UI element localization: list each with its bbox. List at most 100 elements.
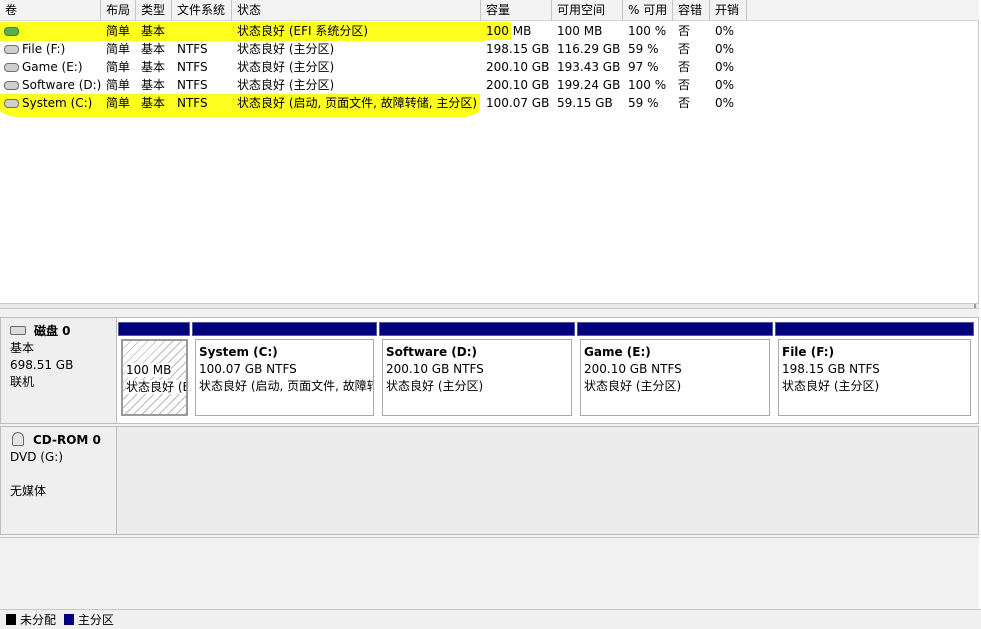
disk-state: 联机 [10,375,35,389]
capacity-cell: 100 MB [486,24,532,38]
fault-tolerance-cell: 否 [678,78,691,92]
volume-row[interactable]: Game (E:) 简单 基本 NTFS 状态良好 (主分区) 200.10 G… [0,58,979,76]
volume-row[interactable]: 简单 基本 状态良好 (EFI 系统分区) 100 MB 100 MB 100 … [0,22,979,40]
partition-color-bar [577,322,773,336]
partition-status: 状态良好 (主分区) [782,379,880,393]
partition-name: File (F:) [782,345,835,359]
percent-free-cell: 100 % [628,78,667,92]
partition-system-c[interactable]: System (C:) 100.07 GB NTFS 状态良好 (启动, 页面文… [192,322,377,420]
fault-tolerance-cell: 否 [678,60,691,74]
cdrom-state: 无媒体 [10,484,47,498]
cdrom-0-label[interactable]: CD-ROM 0 DVD (G:) 无媒体 [0,426,117,535]
partition-status: 状态良好 (EFI 系统分区) [126,380,186,394]
cdrom-type: DVD (G:) [10,450,63,464]
col-header-percent-free[interactable]: % 可用 [623,0,673,21]
volume-name-cell [0,22,101,40]
volume-list[interactable]: 卷 布局 类型 文件系统 状态 容量 可用空间 % 可用 容错 开销 简单 基本… [0,0,979,303]
free-space-cell: 100 MB [557,24,603,38]
partition-size: 200.10 GB NTFS [584,362,682,376]
partition-body: System (C:) 100.07 GB NTFS 状态良好 (启动, 页面文… [195,339,374,416]
percent-free-cell: 59 % [628,42,659,56]
legend-label-unallocated: 未分配 [20,613,57,627]
volume-row[interactable]: File (F:) 简单 基本 NTFS 状态良好 (主分区) 198.15 G… [0,40,979,58]
disk-0-partitions: 100 MB 状态良好 (EFI 系统分区) System (C:) 100.0… [117,317,979,424]
overhead-cell: 0% [715,42,735,56]
column-header-row: 卷 布局 类型 文件系统 状态 容量 可用空间 % 可用 容错 开销 [0,0,979,21]
capacity-cell: 200.10 GB [486,78,550,92]
filesystem-cell: NTFS [177,78,208,92]
free-space-cell: 59.15 GB [557,96,613,110]
partition-color-bar [118,322,190,336]
col-header-capacity[interactable]: 容量 [481,0,552,21]
type-cell: 基本 [141,24,166,38]
col-header-volume[interactable]: 卷 [0,0,101,21]
fault-tolerance-cell: 否 [678,96,691,110]
free-space-cell: 193.43 GB [557,60,621,74]
layout-cell: 简单 [106,60,131,74]
volume-icon [4,45,19,54]
type-cell: 基本 [141,96,166,110]
partition-software-d[interactable]: Software (D:) 200.10 GB NTFS 状态良好 (主分区) [379,322,575,420]
type-cell: 基本 [141,78,166,92]
partition-game-e[interactable]: Game (E:) 200.10 GB NTFS 状态良好 (主分区) [577,322,773,420]
capacity-cell: 198.15 GB [486,42,550,56]
cdrom-0-area [117,426,979,535]
cdrom-icon [12,432,24,446]
layout-cell: 简单 [106,96,131,110]
legend-swatch-primary [63,614,74,625]
col-header-overhead[interactable]: 开销 [710,0,747,21]
partition-status: 状态良好 (启动, 页面文件, 故障转储, 主分区) [199,379,373,393]
overhead-cell: 0% [715,60,735,74]
col-header-layout[interactable]: 布局 [101,0,136,21]
volume-icon [4,63,19,72]
filesystem-cell [172,22,232,40]
type-cell: 基本 [141,60,166,74]
partition-size: 200.10 GB NTFS [386,362,484,376]
legend-label-primary: 主分区 [77,613,114,627]
percent-free-cell: 59 % [628,96,659,110]
volume-name: File (F:) [22,42,66,56]
status-cell: 状态良好 (EFI 系统分区) [237,24,369,38]
filesystem-cell: NTFS [177,60,208,74]
partition-body: Software (D:) 200.10 GB NTFS 状态良好 (主分区) [382,339,572,416]
col-header-free-space[interactable]: 可用空间 [552,0,623,21]
volume-icon [4,99,19,108]
disk-type: 基本 [10,341,35,355]
partition-status: 状态良好 (主分区) [386,379,484,393]
partition-efi[interactable]: 100 MB 状态良好 (EFI 系统分区) [118,322,190,420]
partition-color-bar [379,322,575,336]
col-header-filesystem[interactable]: 文件系统 [172,0,232,21]
legend-swatch-unallocated [6,614,16,625]
partition-size: 198.15 GB NTFS [782,362,880,376]
overhead-cell: 0% [715,78,735,92]
disk-0-label[interactable]: 磁盘 0 基本 698.51 GB 联机 [0,317,117,424]
layout-cell: 简单 [106,24,131,38]
volume-name: System (C:) [22,96,93,110]
layout-cell: 简单 [106,78,131,92]
partition-body: Game (E:) 200.10 GB NTFS 状态良好 (主分区) [580,339,770,416]
fault-tolerance-cell: 否 [678,24,691,38]
volume-icon [4,81,19,90]
volume-name-cell: Game (E:) [0,58,101,76]
capacity-cell: 100.07 GB [486,96,550,110]
disk-icon [10,326,26,335]
col-header-fault-tolerance[interactable]: 容错 [673,0,710,21]
col-header-status[interactable]: 状态 [232,0,481,21]
overhead-cell: 0% [715,24,735,38]
volume-row[interactable]: Software (D:) 简单 基本 NTFS 状态良好 (主分区) 200.… [0,76,979,94]
cdrom-name: CD-ROM 0 [33,433,101,447]
partition-size: 100.07 GB NTFS [199,362,297,376]
status-cell: 状态良好 (主分区) [237,60,335,74]
partition-status: 状态良好 (主分区) [584,379,682,393]
volume-row[interactable]: System (C:) 简单 基本 NTFS 状态良好 (启动, 页面文件, 故… [0,94,979,112]
free-space-cell: 116.29 GB [557,42,621,56]
partition-file-f[interactable]: File (F:) 198.15 GB NTFS 状态良好 (主分区) [775,322,974,420]
volume-name: Game (E:) [22,60,83,74]
type-cell: 基本 [141,42,166,56]
col-header-type[interactable]: 类型 [136,0,172,21]
volume-name-cell: System (C:) [0,94,101,112]
status-cell: 状态良好 (启动, 页面文件, 故障转储, 主分区) [237,96,478,110]
volume-name: Software (D:) [22,78,101,92]
partition-name: System (C:) [199,345,278,359]
partition-color-bar [775,322,974,336]
